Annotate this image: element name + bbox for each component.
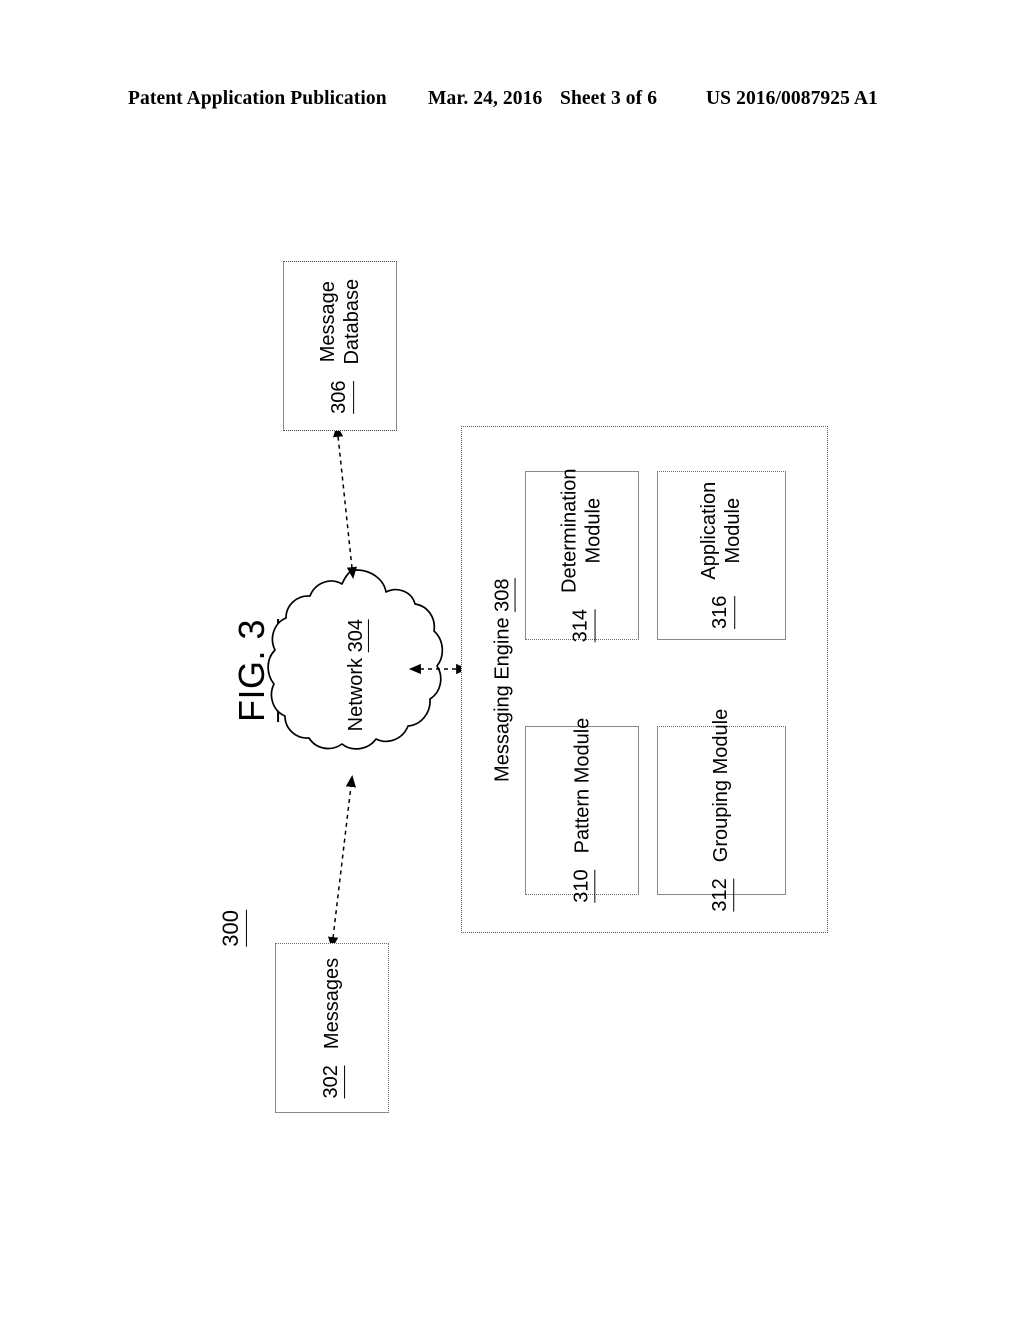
application-module-label-line1: Application <box>698 481 721 580</box>
figure-reference-numeral: 300 <box>196 898 268 958</box>
figure-title-text: FIG. 3 <box>230 618 280 722</box>
messages-ref: 302 <box>318 1064 346 1099</box>
determination-module-label-line2: Module <box>583 498 606 564</box>
grouping-module-label: Grouping Module <box>710 709 733 863</box>
determination-module-label-line1: Determination <box>558 468 581 594</box>
patent-figure-page: Patent Application Publication Mar. 24, … <box>0 0 1024 1320</box>
connector-messages-network <box>328 774 356 950</box>
node-determination-module[interactable]: Determination Module 314 <box>525 468 639 643</box>
node-pattern-module[interactable]: Pattern Module 310 <box>525 718 639 903</box>
application-module-label-line2: Module <box>722 498 745 564</box>
messaging-engine-label: Messaging Engine <box>491 617 514 782</box>
messaging-engine-ref: 308 <box>491 578 516 612</box>
header-date-label: Mar. 24, 2016 <box>428 88 543 109</box>
connector-network-message-database <box>333 424 357 580</box>
message-database-ref: 306 <box>326 380 354 414</box>
node-grouping-module[interactable]: Grouping Module 312 <box>657 709 786 912</box>
node-message-database[interactable]: Message Database 306 <box>283 261 397 431</box>
node-application-module[interactable]: Application Module 316 <box>657 471 786 640</box>
network-node-label: Network 304 <box>300 600 412 750</box>
network-label: Network <box>344 657 367 732</box>
network-ref: 304 <box>344 618 369 653</box>
grouping-module-ref: 312 <box>708 878 735 912</box>
messages-label: Messages <box>320 957 343 1049</box>
header-patent-number: US 2016/0087925 A1 <box>706 88 878 109</box>
message-database-label-line1: Message <box>316 280 339 362</box>
node-messages[interactable]: Messages 302 <box>275 943 389 1113</box>
figure-reference-text: 300 <box>217 909 247 947</box>
header-sheet-label: Sheet 3 of 6 <box>560 88 658 109</box>
page-header: Patent Application Publication Mar. 24, … <box>0 88 1024 118</box>
message-database-label-line2: Database <box>341 278 363 365</box>
pattern-module-label: Pattern Module <box>570 717 593 854</box>
header-publication-label: Patent Application Publication <box>128 88 387 109</box>
application-module-ref: 316 <box>708 595 735 630</box>
determination-module-ref: 314 <box>568 609 596 643</box>
pattern-module-ref: 310 <box>568 869 596 903</box>
